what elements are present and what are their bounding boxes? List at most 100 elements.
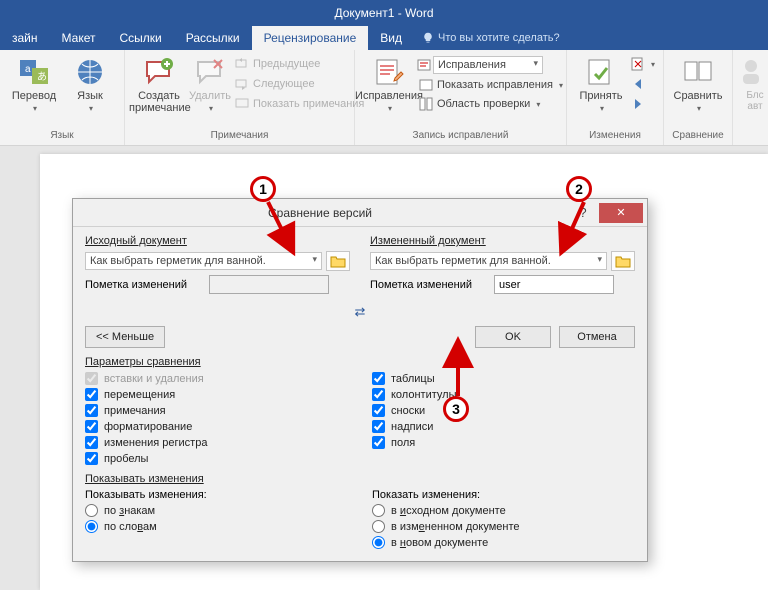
annotation-arrow-2 <box>560 202 590 255</box>
opt-whitespace[interactable]: пробелы <box>85 452 348 465</box>
next-change-button[interactable] <box>629 96 657 112</box>
new-comment-icon <box>143 56 175 88</box>
params-section: Параметры сравнения вставки и удаления п… <box>85 356 635 465</box>
revised-column: Измененный документ Как выбрать герметик… <box>370 235 635 294</box>
new-comment-button[interactable]: Создать примечание <box>131 54 187 116</box>
swap-button[interactable]: ⇄ <box>85 304 635 320</box>
dialog-title: Сравнение версий <box>73 206 567 220</box>
tab-design[interactable]: зайн <box>0 26 50 50</box>
group-comments: Создать примечание Удалить▾ Предыдущее С… <box>125 50 355 145</box>
show-section: Показывать изменения Показывать изменени… <box>85 473 635 549</box>
revised-browse-button[interactable] <box>611 251 635 271</box>
folder-icon <box>615 254 631 268</box>
dialog-close-button[interactable]: ✕ <box>599 203 643 223</box>
group-label-comments: Примечания <box>131 128 348 143</box>
annotation-marker-1: 1 <box>250 176 276 202</box>
prev-change-icon <box>631 77 645 91</box>
tab-view[interactable]: Вид <box>368 26 414 50</box>
show-right-label: Показать изменения: <box>372 489 635 501</box>
annotation-arrow-1 <box>264 202 294 255</box>
source-changes-input[interactable] <box>209 275 329 294</box>
lightbulb-icon <box>422 32 434 44</box>
prev-icon <box>235 57 249 71</box>
radio-in-source[interactable]: в исходном документе <box>372 504 635 517</box>
show-comments-icon <box>235 97 249 111</box>
block-icon <box>739 56 768 88</box>
ribbon-tabs: зайн Макет Ссылки Рассылки Рецензировани… <box>0 26 768 50</box>
tab-references[interactable]: Ссылки <box>107 26 173 50</box>
track-icon <box>373 56 405 88</box>
compare-button[interactable]: Сравнить▾ <box>670 54 726 115</box>
translate-button[interactable]: aあ Перевод▾ <box>6 54 62 115</box>
reject-icon <box>631 57 645 71</box>
reviewing-pane-button[interactable]: Область проверки▾ <box>417 96 565 112</box>
next-comment-button: Следующее <box>233 76 366 92</box>
opt-footnotes[interactable]: сноски <box>372 404 635 417</box>
group-compare: Сравнить▾ Сравнение <box>664 50 733 145</box>
globe-icon <box>74 56 106 88</box>
accept-button[interactable]: Принять▾ <box>573 54 629 115</box>
tracking-mode-icon <box>417 58 431 72</box>
opt-comments[interactable]: примечания <box>85 404 348 417</box>
track-changes-button[interactable]: Исправления▾ <box>361 54 417 115</box>
group-label-tracking: Запись исправлений <box>361 128 560 143</box>
source-browse-button[interactable] <box>326 251 350 271</box>
translate-icon: aあ <box>18 56 50 88</box>
opt-fields[interactable]: поля <box>372 436 635 449</box>
svg-text:あ: あ <box>37 71 47 83</box>
annotation-arrow-3 <box>448 344 468 403</box>
reject-button[interactable]: ▾ <box>629 56 657 72</box>
radio-in-revised[interactable]: в измененном документе <box>372 520 635 533</box>
ok-button[interactable]: OK <box>475 326 551 348</box>
prev-change-button[interactable] <box>629 76 657 92</box>
revised-changes-label: Пометка изменений <box>370 279 488 291</box>
show-head: Показывать изменения <box>85 473 635 485</box>
prev-comment-button: Предыдущее <box>233 56 366 72</box>
group-changes: Принять▾ ▾ Изменения <box>567 50 664 145</box>
revised-head: Измененный документ <box>370 235 635 247</box>
source-column: Исходный документ Как выбрать герметик д… <box>85 235 350 294</box>
tab-mailings[interactable]: Рассылки <box>174 26 252 50</box>
radio-by-words[interactable]: по словам <box>85 520 348 533</box>
delete-comment-icon <box>194 56 226 88</box>
group-tracking: Исправления▾ Исправления Показать исправ… <box>355 50 567 145</box>
tab-review[interactable]: Рецензирование <box>252 26 369 50</box>
radio-by-chars[interactable]: по знакам <box>85 504 348 517</box>
tell-me-text: Что вы хотите сделать? <box>438 32 560 44</box>
block-authors-button: Блс авт <box>739 54 768 114</box>
delete-comment-button: Удалить▾ <box>187 54 233 115</box>
tell-me[interactable]: Что вы хотите сделать? <box>414 26 568 50</box>
less-button[interactable]: << Меньше <box>85 326 165 348</box>
group-label-language: Язык <box>6 128 118 143</box>
svg-text:a: a <box>25 64 31 75</box>
opt-tables[interactable]: таблицы <box>372 372 635 385</box>
accept-icon <box>585 56 617 88</box>
opt-headers[interactable]: колонтитулы <box>372 388 635 401</box>
pane-icon <box>419 97 433 111</box>
source-changes-label: Пометка изменений <box>85 279 203 291</box>
revised-changes-input[interactable] <box>494 275 614 294</box>
cancel-button[interactable]: Отмена <box>559 326 635 348</box>
title-bar: Документ1 - Word <box>0 0 768 26</box>
opt-formatting[interactable]: форматирование <box>85 420 348 433</box>
group-protect: Блс авт <box>733 50 768 145</box>
opt-insdel: вставки и удаления <box>85 372 348 385</box>
app-title: Документ1 - Word <box>334 6 433 20</box>
next-change-icon <box>631 97 645 111</box>
group-language: aあ Перевод▾ Язык▾ Язык <box>0 50 125 145</box>
opt-case[interactable]: изменения регистра <box>85 436 348 449</box>
compare-icon <box>682 56 714 88</box>
show-markup-button[interactable]: Показать исправления▾ <box>417 77 565 93</box>
group-label-changes: Изменения <box>573 128 657 143</box>
language-button[interactable]: Язык▾ <box>62 54 118 115</box>
opt-moves[interactable]: перемещения <box>85 388 348 401</box>
opt-captions[interactable]: надписи <box>372 420 635 433</box>
folder-icon <box>330 254 346 268</box>
tab-layout[interactable]: Макет <box>50 26 108 50</box>
ribbon: aあ Перевод▾ Язык▾ Язык Создать примечани… <box>0 50 768 146</box>
show-left-label: Показывать изменения: <box>85 489 348 501</box>
close-icon: ✕ <box>616 206 625 219</box>
tracking-mode-select[interactable]: Исправления <box>433 56 543 74</box>
annotation-marker-3: 3 <box>443 396 469 422</box>
radio-in-new[interactable]: в новом документе <box>372 536 635 549</box>
